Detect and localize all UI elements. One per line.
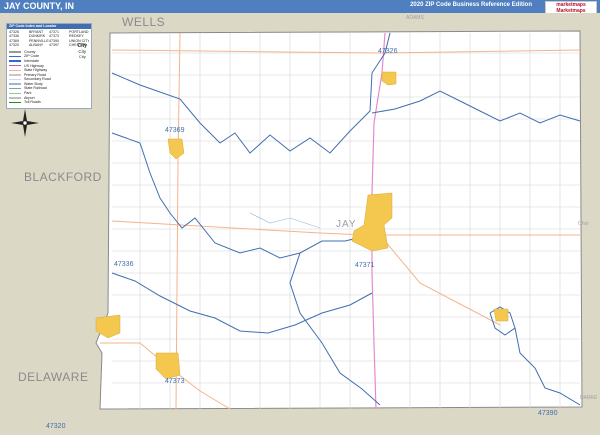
legend-swatch <box>9 83 21 85</box>
neighbor-blackford: BLACKFORD <box>24 170 102 184</box>
legend-row: Toll Roads <box>9 100 89 105</box>
legend-swatch <box>9 101 21 104</box>
legend-swatch <box>9 55 21 58</box>
urban-chester <box>493 308 509 322</box>
zip-label-47369: 47369 <box>165 127 185 134</box>
neighbor-wells: WELLS <box>122 15 166 29</box>
legend-row-label: Toll Roads <box>24 100 41 105</box>
zip-index-cell: 47320 <box>9 43 19 48</box>
city-size-small: City <box>78 54 86 59</box>
map-title: JAY COUNTY, IN <box>4 1 75 11</box>
legend-swatch <box>9 69 21 72</box>
legend-swatch <box>9 60 21 62</box>
legend-box: ZIP Code Index and Locator 47326 BRYANT … <box>6 23 92 109</box>
zip-index-cell: 47397 <box>49 43 59 48</box>
map-poster: JAY COUNTY, IN 2020 ZIP Code Business Re… <box>0 0 600 435</box>
zip-label-47320: 47320 <box>46 423 66 430</box>
legend-swatch <box>9 92 21 95</box>
legend-swatch <box>9 51 21 53</box>
zip-label-47373: 47373 <box>165 378 185 385</box>
edition-label: 2020 ZIP Code Business Reference Edition <box>410 2 532 8</box>
title-bar: JAY COUNTY, IN 2020 ZIP Code Business Re… <box>0 0 600 18</box>
legend-swatch <box>9 87 21 90</box>
neighbor-darke: DARKE <box>580 395 598 401</box>
zip-label-47371: 47371 <box>355 262 375 269</box>
zip-label-47336: 47336 <box>114 261 134 268</box>
zip-index-cell: ALBANY <box>29 43 44 48</box>
legend-swatch <box>9 78 21 81</box>
zip-label-47390: 47390 <box>538 410 558 417</box>
legend-city-sizes: City City City <box>78 44 87 60</box>
neighbor-adams: ADAMS <box>406 15 424 21</box>
neighbor-delaware: DELAWARE <box>18 370 89 384</box>
compass-rose-icon <box>11 109 39 137</box>
legend-swatch <box>9 74 21 76</box>
neighbor-ohio: Ohio <box>578 221 589 227</box>
zip-label-47326: 47326 <box>378 48 398 55</box>
legend-swatch <box>9 97 21 99</box>
town-jay: JAY <box>336 219 357 230</box>
legend-swatch <box>9 64 21 67</box>
